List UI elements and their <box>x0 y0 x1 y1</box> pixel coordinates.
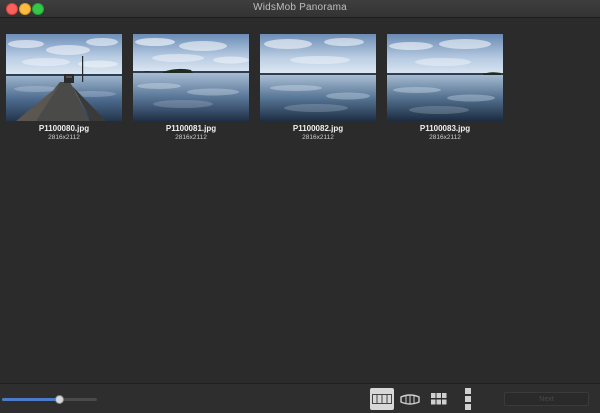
bottom-toolbar: Next <box>0 383 600 413</box>
zoom-slider-fill <box>2 398 59 401</box>
photo-item[interactable]: P1100081.jpg 2816x2112 <box>133 34 249 141</box>
horizontal-panorama-icon <box>372 394 392 404</box>
photo-item[interactable]: P1100080.jpg 2816x2112 <box>6 34 122 141</box>
next-button[interactable]: Next <box>504 392 589 406</box>
photo-item[interactable]: P1100083.jpg 2816x2112 <box>387 34 503 141</box>
photo-dimensions: 2816x2112 <box>429 134 461 141</box>
photo-item[interactable]: P1100082.jpg 2816x2112 <box>260 34 376 141</box>
photo-dimensions: 2816x2112 <box>48 134 80 141</box>
vertical-panorama-button[interactable] <box>456 388 480 410</box>
zoom-slider-handle[interactable] <box>55 395 64 404</box>
photo-filename: P1100080.jpg <box>38 124 90 133</box>
photo-thumbnail[interactable] <box>387 34 503 121</box>
photo-grid: P1100080.jpg 2816x2112 P1100081.jpg 2816… <box>0 18 600 383</box>
360-panorama-icon <box>400 394 420 405</box>
photo-filename: P1100082.jpg <box>292 124 344 133</box>
window-title: WidsMob Panorama <box>253 2 347 13</box>
photo-dimensions: 2816x2112 <box>175 134 207 141</box>
tile-panorama-icon <box>431 393 447 405</box>
zoom-slider[interactable] <box>2 395 97 404</box>
photo-filename: P1100081.jpg <box>165 124 217 133</box>
photo-filename: P1100083.jpg <box>419 124 471 133</box>
horizontal-panorama-button[interactable] <box>370 388 394 410</box>
photo-thumbnail[interactable] <box>260 34 376 121</box>
photo-thumbnail[interactable] <box>133 34 249 121</box>
photo-thumbnail[interactable] <box>6 34 122 121</box>
360-panorama-button[interactable] <box>398 388 422 410</box>
title-bar: WidsMob Panorama <box>0 0 600 18</box>
vertical-panorama-icon <box>465 388 471 410</box>
tile-panorama-button[interactable] <box>427 388 451 410</box>
photo-dimensions: 2816x2112 <box>302 134 334 141</box>
